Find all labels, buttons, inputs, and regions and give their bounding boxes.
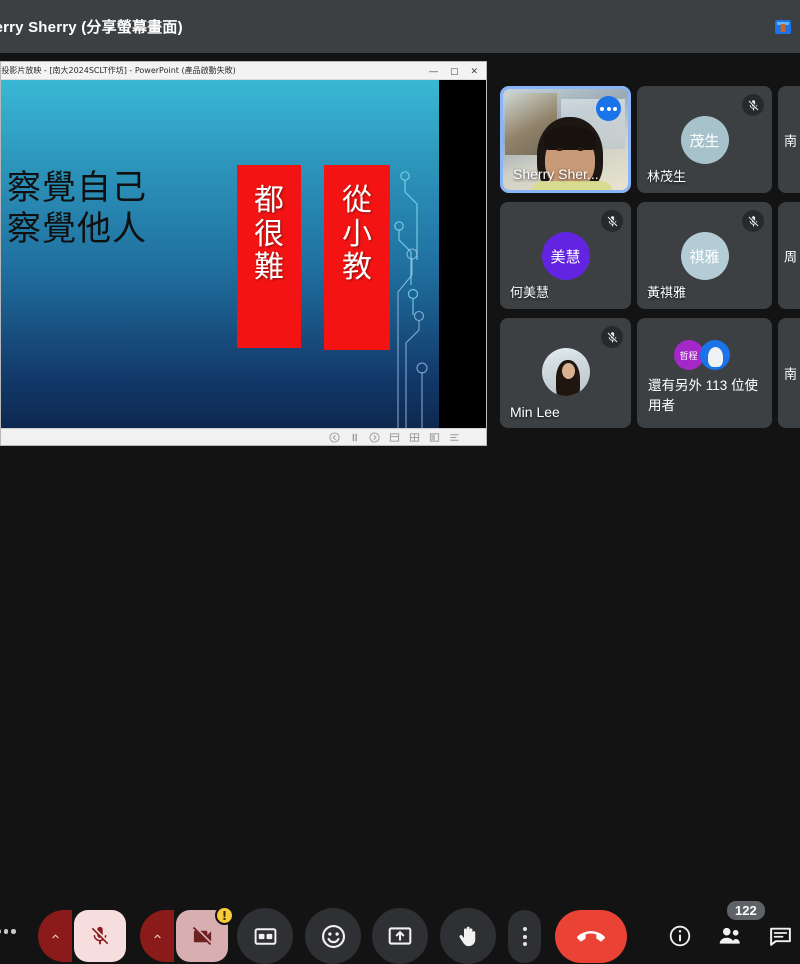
chat-button[interactable]	[762, 918, 798, 954]
powerpoint-title-bar: Point 投影片放映 - [南大2024SCLT作坊] - PowerPoin…	[1, 62, 486, 80]
minimize-icon[interactable]: —	[429, 67, 438, 76]
participant-tile-lin-maosheng[interactable]: 茂生 林茂生	[637, 86, 772, 193]
raise-hand-icon	[455, 923, 482, 950]
participant-tile-min-lee[interactable]: Min Lee	[500, 318, 631, 428]
participant-name: 林茂生	[647, 166, 686, 185]
slideshow-canvas: 察覺自己 察覺他人 都 很 難 從 小 教	[1, 80, 486, 446]
tile-more-options-icon[interactable]	[596, 96, 621, 121]
end-call-icon	[577, 923, 605, 951]
participant-tile-cut-3[interactable]: 南	[778, 318, 800, 428]
participant-name: 南	[784, 130, 797, 149]
close-icon[interactable]: ✕	[470, 67, 478, 76]
show-everyone-button[interactable]	[712, 918, 748, 954]
app-badge-icon[interactable]	[772, 16, 794, 38]
slide-heading-line-2: 察覺他人	[7, 209, 147, 250]
participant-name: Sherry Sher...	[513, 166, 599, 182]
microphone-off-icon	[601, 326, 623, 348]
microphone-off-icon	[742, 210, 764, 232]
participant-name: 南	[784, 364, 797, 383]
info-icon	[668, 924, 692, 948]
chevron-up-icon	[49, 930, 62, 943]
meeting-details-button[interactable]	[662, 918, 698, 954]
chat-icon	[768, 924, 793, 949]
avatar: 茂生	[681, 116, 729, 164]
slide-heading: 察覺自己 察覺他人	[7, 168, 147, 251]
more-options-button[interactable]	[508, 910, 541, 963]
next-slide-icon[interactable]	[369, 432, 380, 443]
banner-1-char-1: 都	[254, 185, 284, 217]
meeting-header-bar: Sherry Sherry (分享螢幕畫面)	[0, 0, 800, 53]
slide-red-banner-2: 從 小 教	[324, 165, 390, 350]
participant-tile-cut-2[interactable]: 周	[778, 202, 800, 309]
microphone-off-icon	[601, 210, 623, 232]
participant-tile-more-users[interactable]: 哲程 還有另外 113 位使用者	[637, 318, 772, 428]
more-users-label: 還有另外 113 位使用者	[648, 376, 766, 415]
participant-name: 何美慧	[510, 282, 549, 301]
closed-captions-icon	[253, 924, 278, 949]
emoji-smile-icon	[320, 923, 347, 950]
overflow-avatar-stack: 哲程	[674, 340, 736, 370]
end-call-button[interactable]	[555, 910, 627, 963]
present-screen-icon	[387, 923, 413, 949]
closed-captions-button[interactable]	[237, 908, 293, 964]
avatar: 祺雅	[681, 232, 729, 280]
avatar-initials: 美慧	[550, 246, 580, 267]
banner-1-char-2: 很	[254, 219, 284, 251]
raise-hand-button[interactable]	[440, 908, 496, 964]
pen-icon[interactable]	[349, 432, 360, 443]
zoom-icon[interactable]	[389, 432, 400, 443]
slide-red-banner-1: 都 很 難	[237, 165, 301, 348]
avatar-initials: 哲程	[679, 349, 697, 362]
participant-grid: Sherry Sher... 茂生 林茂生 南 美慧 何美慧	[497, 84, 800, 436]
presenter-view-icon[interactable]	[429, 432, 440, 443]
camera-options-button[interactable]	[140, 910, 174, 962]
avatar-initials: 茂生	[689, 130, 719, 151]
chevron-up-icon	[151, 930, 164, 943]
window-controls: — ▢ ✕	[429, 62, 484, 80]
grid-view-icon[interactable]	[409, 432, 420, 443]
people-icon	[717, 923, 743, 949]
shared-screen-region[interactable]: Point 投影片放映 - [南大2024SCLT作坊] - PowerPoin…	[0, 61, 487, 446]
participant-count-badge: 122	[727, 901, 765, 920]
camera-off-icon	[191, 925, 214, 948]
present-screen-button[interactable]	[372, 908, 428, 964]
participant-tile-sherry[interactable]: Sherry Sher...	[500, 86, 631, 193]
banner-1-char-3: 難	[254, 252, 284, 284]
powerpoint-window-title: Point 投影片放映 - [南大2024SCLT作坊] - PowerPoin…	[0, 65, 236, 76]
participant-name: Min Lee	[510, 404, 560, 420]
participant-tile-cut-1[interactable]: 南	[778, 86, 800, 193]
banner-2-char-1: 從	[342, 185, 372, 217]
slideshow-control-bar[interactable]	[1, 428, 487, 445]
participant-tile-huang-chiya[interactable]: 祺雅 黃祺雅	[637, 202, 772, 309]
more-slideshow-options-icon[interactable]	[449, 432, 460, 443]
avatar: 美慧	[542, 232, 590, 280]
avatar	[542, 348, 590, 396]
presentation-slide: 察覺自己 察覺他人 都 很 難 從 小 教	[1, 80, 439, 428]
banner-2-char-3: 教	[342, 252, 372, 284]
reactions-button[interactable]	[305, 908, 361, 964]
toolbar-overflow-left-icon[interactable]	[0, 929, 16, 934]
participant-name: 黃祺雅	[647, 282, 686, 301]
previous-slide-icon[interactable]	[329, 432, 340, 443]
meeting-toolbar: !	[0, 446, 800, 533]
overflow-avatar-2	[700, 340, 730, 370]
slide-heading-line-1: 察覺自己	[7, 168, 147, 209]
avatar-initials: 祺雅	[689, 246, 719, 267]
microphone-off-icon	[742, 94, 764, 116]
participant-tile-he-meihui[interactable]: 美慧 何美慧	[500, 202, 631, 309]
screen-share-title: Sherry Sherry (分享螢幕畫面)	[0, 16, 183, 37]
participant-name: 周	[784, 246, 797, 265]
camera-warning-badge: !	[215, 906, 234, 925]
microphone-off-icon	[89, 925, 111, 947]
maximize-icon[interactable]: ▢	[450, 67, 459, 76]
banner-2-char-2: 小	[342, 219, 372, 251]
microphone-off-button[interactable]	[74, 910, 126, 962]
microphone-options-button[interactable]	[38, 910, 72, 962]
